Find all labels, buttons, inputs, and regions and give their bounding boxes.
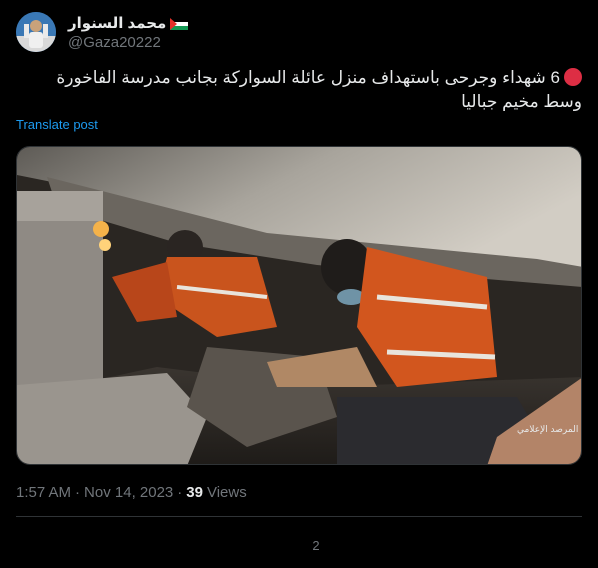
- meta-separator: ·: [75, 484, 81, 501]
- views-count: 39: [186, 484, 203, 501]
- author-display-name[interactable]: محمد السنوار: [68, 14, 166, 32]
- author-handle[interactable]: @Gaza20222: [68, 34, 161, 51]
- divider: [16, 516, 582, 517]
- views-label: Views: [206, 484, 247, 501]
- reply-count[interactable]: 2: [0, 538, 598, 553]
- post-date[interactable]: Nov 14, 2023: [84, 484, 173, 501]
- image-watermark: المرصد الإعلامي: [517, 425, 578, 435]
- avatar[interactable]: [16, 12, 56, 52]
- post-text-content: 6 شهداء وجرحى باستهداف منزل عائلة السوار…: [56, 68, 582, 111]
- post-meta: 1:57 AM · Nov 14, 2023 · 39 Views: [16, 484, 247, 501]
- red-circle-icon: [564, 68, 582, 86]
- post-text: 6 شهداء وجرحى باستهداف منزل عائلة السوار…: [16, 66, 582, 114]
- translate-post-link[interactable]: Translate post: [16, 117, 98, 132]
- rubble-rescue-photo: المرصد الإعلامي: [17, 147, 581, 464]
- post-time[interactable]: 1:57 AM: [16, 484, 71, 501]
- post-header: محمد السنوار @Gaza20222: [16, 12, 582, 54]
- palestine-flag-icon: [170, 17, 189, 30]
- meta-separator: ·: [177, 484, 183, 501]
- post-image[interactable]: المرصد الإعلامي: [16, 146, 582, 465]
